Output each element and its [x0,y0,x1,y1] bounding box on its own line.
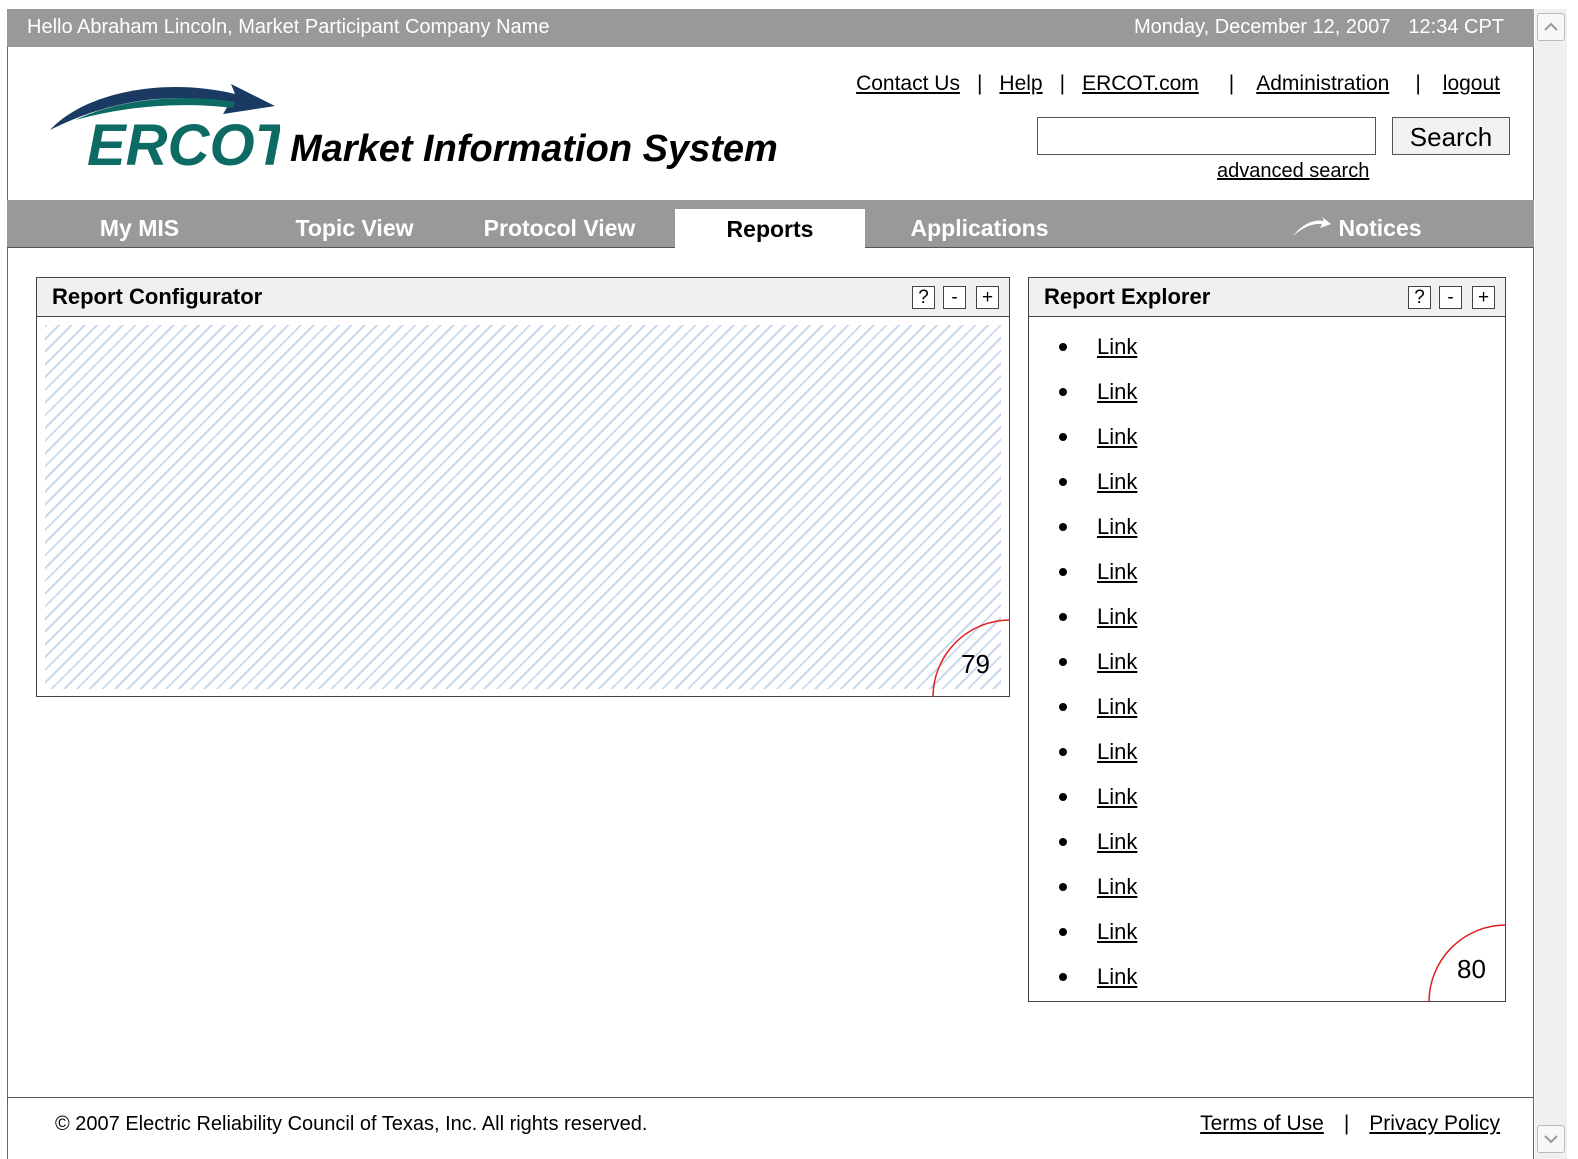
list-item: Link [1057,424,1137,469]
link-separator: | [976,72,983,95]
contact-us-link[interactable]: Contact Us [856,72,960,95]
link-separator: | [1415,72,1421,95]
list-item: Link [1057,694,1137,739]
privacy-policy-link[interactable]: Privacy Policy [1369,1112,1500,1135]
annotation-badge: 79 [932,619,1010,697]
link-separator: | [1228,72,1235,95]
report-link[interactable]: Link [1097,964,1137,989]
logout-link[interactable]: logout [1443,72,1500,95]
date-text: Monday, December 12, 2007 [1133,16,1391,38]
notices-swoosh-icon [1293,216,1332,236]
list-item: Link [1057,739,1137,784]
header-links: Contact Us | Help | ERCOT.com | Administration… [856,72,1500,96]
report-link[interactable]: Link [1097,829,1137,854]
scroll-up-button[interactable] [1537,13,1565,41]
report-explorer-panel: Report Explorer ? - + Link Link Link Lin… [1028,277,1506,1002]
report-link[interactable]: Link [1097,694,1137,719]
chevron-up-icon [1544,22,1558,31]
date-time: Monday, December 12, 2007 12:34 CPT [1134,16,1504,39]
help-button[interactable]: ? [1408,286,1431,309]
panel-header: Report Explorer ? - + [1029,278,1505,317]
annotation-badge: 80 [1428,924,1506,1002]
tab-topic-view[interactable]: Topic View [262,200,447,248]
footer-links: Terms of Use | Privacy Policy [1200,1112,1500,1136]
report-link[interactable]: Link [1097,649,1137,674]
tab-notices[interactable]: Notices [1277,200,1437,248]
maximize-button[interactable]: + [1472,286,1495,309]
copyright-text: © 2007 Electric Reliability Council of T… [55,1113,648,1135]
ercot-logo: ERCOT [45,72,295,178]
tab-applications[interactable]: Applications [887,200,1072,248]
chevron-down-icon [1544,1135,1558,1144]
list-item: Link [1057,379,1137,424]
panel-title: Report Configurator [52,284,263,309]
notices-label: Notices [1338,215,1422,241]
report-link[interactable]: Link [1097,604,1137,629]
list-item: Link [1057,559,1137,604]
list-item: Link [1057,964,1137,1009]
tab-my-mis[interactable]: My MIS [52,200,227,248]
configurator-placeholder-area [45,325,1001,689]
administration-link[interactable]: Administration [1256,72,1389,95]
minimize-button[interactable]: - [1439,286,1462,309]
link-separator: | [1059,72,1066,95]
report-link[interactable]: Link [1097,469,1137,494]
footer-divider [7,1097,1534,1098]
list-item: Link [1057,514,1137,559]
scroll-down-button[interactable] [1537,1125,1565,1153]
list-item: Link [1057,469,1137,514]
app-title: Market Information System [290,128,778,170]
report-link[interactable]: Link [1097,874,1137,899]
report-link[interactable]: Link [1097,424,1137,449]
report-link[interactable]: Link [1097,514,1137,539]
list-item: Link [1057,604,1137,649]
report-link[interactable]: Link [1097,919,1137,944]
greeting-text: Hello Abraham Lincoln, Market Participan… [27,16,550,38]
link-separator: | [1343,1112,1350,1135]
list-item: Link [1057,334,1137,379]
panel-title: Report Explorer [1044,284,1211,309]
report-link[interactable]: Link [1097,379,1137,404]
panel-header: Report Configurator ? - + [37,278,1009,317]
list-item: Link [1057,919,1137,964]
maximize-button[interactable]: + [976,286,999,309]
tab-reports[interactable]: Reports [675,209,865,249]
badge-number: 80 [1457,954,1486,984]
ercot-com-link[interactable]: ERCOT.com [1082,72,1199,95]
advanced-search-link[interactable]: advanced search [1217,160,1369,183]
terms-of-use-link[interactable]: Terms of Use [1200,1112,1324,1135]
logo-text: ERCOT [87,113,280,172]
list-item: Link [1057,784,1137,829]
help-link[interactable]: Help [999,72,1042,95]
report-link[interactable]: Link [1097,739,1137,764]
list-item: Link [1057,874,1137,919]
list-item: Link [1057,829,1137,874]
report-link[interactable]: Link [1097,334,1137,359]
report-link[interactable]: Link [1097,784,1137,809]
badge-number: 79 [961,649,990,679]
time-text: 12:34 CPT [1408,16,1504,38]
help-button[interactable]: ? [912,286,935,309]
search-button[interactable]: Search [1392,117,1510,155]
search-input[interactable] [1037,117,1376,155]
top-bar: Hello Abraham Lincoln, Market Participan… [7,9,1534,47]
report-link-list: Link Link Link Link Link Link Link Link … [1057,334,1137,1009]
report-configurator-panel: Report Configurator ? - + 79 [36,277,1010,697]
vertical-scrollbar[interactable] [1535,9,1567,1159]
report-link[interactable]: Link [1097,559,1137,584]
tab-protocol-view[interactable]: Protocol View [467,200,652,248]
list-item: Link [1057,649,1137,694]
minimize-button[interactable]: - [943,286,966,309]
main-nav: My MIS Topic View Protocol View Reports … [7,200,1534,249]
